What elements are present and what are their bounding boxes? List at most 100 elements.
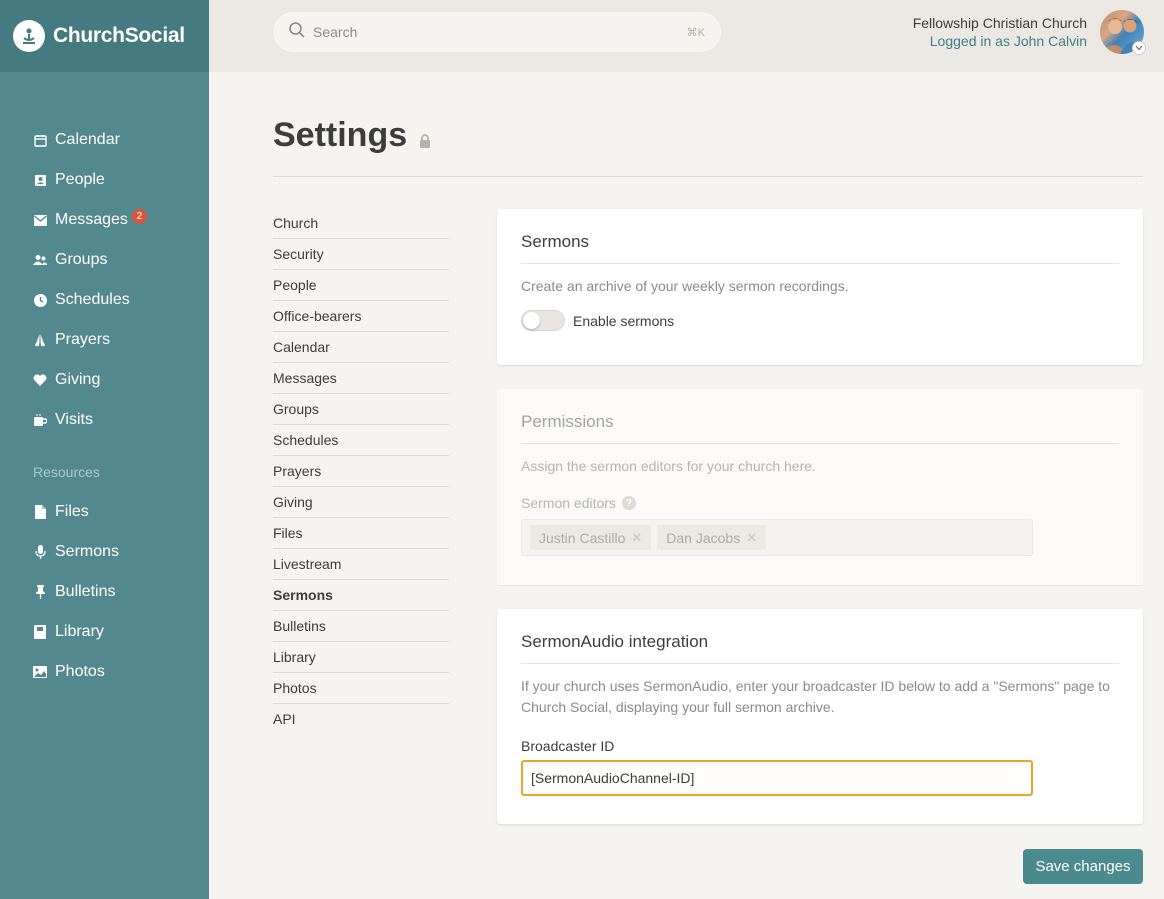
resources-nav: Files Sermons Bulletins Library Photos	[0, 492, 209, 692]
sidebar-item-sermons[interactable]: Sermons	[0, 532, 209, 572]
field-label-text: Sermon editors	[521, 495, 616, 511]
sidebar-item-files[interactable]: Files	[0, 492, 209, 532]
sidebar-item-photos[interactable]: Photos	[0, 652, 209, 692]
settings-nav-item[interactable]: Giving	[273, 487, 449, 518]
permissions-card: Permissions Assign the sermon editors fo…	[497, 389, 1143, 585]
resources-section-label: Resources	[33, 464, 100, 480]
mail-icon	[33, 213, 47, 227]
sidebar-item-label: Calendar	[55, 131, 120, 148]
help-icon[interactable]: ?	[621, 496, 636, 510]
sidebar-item-people[interactable]: People	[0, 160, 209, 200]
editor-name: Dan Jacobs	[666, 529, 741, 546]
people-icon	[33, 173, 47, 187]
card-description: Create an archive of your weekly sermon …	[521, 278, 849, 294]
card-description: Assign the sermon editors for your churc…	[521, 458, 816, 474]
settings-nav-item[interactable]: Files	[273, 518, 449, 549]
pin-icon	[33, 585, 47, 599]
page-title-text: Settings	[273, 116, 408, 154]
toggle-label: Enable sermons	[573, 312, 675, 329]
settings-nav-item[interactable]: API	[273, 704, 449, 735]
settings-nav: Church Security People Office-bearers Ca…	[273, 208, 449, 735]
sidebar-item-messages[interactable]: Messages 2	[0, 200, 209, 240]
toggle-knob	[523, 312, 540, 329]
book-icon	[33, 625, 47, 639]
search-icon	[289, 21, 305, 43]
praying-hands-icon	[33, 333, 47, 347]
sidebar-item-visits[interactable]: Visits	[0, 400, 209, 440]
clock-icon	[33, 293, 47, 307]
search-bar[interactable]: Search ⌘K	[273, 12, 721, 52]
chevron-down-icon[interactable]	[1132, 41, 1146, 55]
sidebar-item-schedules[interactable]: Schedules	[0, 280, 209, 320]
church-name: Fellowship Christian Church	[912, 15, 1087, 31]
sidebar-item-groups[interactable]: Groups	[0, 240, 209, 280]
sidebar-item-calendar[interactable]: Calendar	[0, 120, 209, 160]
sidebar-item-label: Prayers	[55, 331, 111, 348]
card-title: Sermons	[521, 209, 1119, 264]
sidebar-item-label: Schedules	[55, 291, 130, 308]
sidebar-item-label: Library	[55, 623, 104, 640]
account-info[interactable]: Fellowship Christian Church Logged in as…	[913, 14, 1087, 51]
main-nav: Calendar People Messages 2 Groups Schedu…	[0, 120, 209, 440]
settings-nav-item[interactable]: Messages	[273, 363, 449, 394]
broadcaster-id-label: Broadcaster ID	[521, 738, 615, 754]
app-name: ChurchSocial	[53, 24, 185, 47]
settings-nav-item[interactable]: Sermons	[273, 580, 449, 611]
lock-icon	[419, 118, 431, 157]
microphone-icon	[33, 545, 47, 559]
card-description: If your church uses SermonAudio, enter y…	[521, 678, 1110, 715]
sidebar-item-label: Visits	[55, 411, 93, 428]
unread-count-badge: 2	[131, 208, 147, 224]
calendar-icon	[33, 133, 47, 147]
settings-nav-item[interactable]: People	[273, 270, 449, 301]
enable-sermons-row: Enable sermons	[521, 310, 1119, 331]
sidebar-item-label: Messages	[55, 211, 128, 228]
enable-sermons-toggle[interactable]	[521, 310, 565, 331]
settings-nav-item[interactable]: Bulletins	[273, 611, 449, 642]
card-title: SermonAudio integration	[521, 609, 1119, 664]
settings-nav-item[interactable]: Groups	[273, 394, 449, 425]
settings-nav-item[interactable]: Schedules	[273, 425, 449, 456]
logo[interactable]: ChurchSocial	[0, 0, 209, 72]
sermon-editors-label: Sermon editors ?	[521, 495, 1119, 511]
sidebar-item-label: Giving	[55, 371, 101, 388]
editor-tag: Dan Jacobs ✕	[657, 525, 767, 550]
settings-nav-item[interactable]: Office-bearers	[273, 301, 449, 332]
remove-icon[interactable]: ✕	[631, 530, 642, 546]
logged-in-user[interactable]: Logged in as John Calvin	[913, 32, 1087, 51]
settings-nav-item[interactable]: Library	[273, 642, 449, 673]
church-logo-icon	[13, 20, 45, 52]
sidebar-item-library[interactable]: Library	[0, 612, 209, 652]
coffee-cup-icon	[33, 413, 47, 427]
settings-nav-item[interactable]: Calendar	[273, 332, 449, 363]
photo-icon	[33, 665, 47, 679]
editor-name: Justin Castillo	[539, 529, 626, 546]
settings-nav-item[interactable]: Photos	[273, 673, 449, 704]
file-icon	[33, 505, 47, 519]
heart-icon	[33, 373, 47, 387]
groups-icon	[33, 253, 47, 267]
sidebar-item-bulletins[interactable]: Bulletins	[0, 572, 209, 612]
editor-tag: Justin Castillo ✕	[530, 525, 652, 550]
sidebar-item-giving[interactable]: Giving	[0, 360, 209, 400]
sidebar-item-label: Sermons	[55, 543, 120, 560]
page-title: Settings	[273, 114, 431, 157]
broadcaster-id-field[interactable]	[521, 760, 1033, 796]
search-input[interactable]: Search	[313, 24, 687, 40]
title-divider	[273, 176, 1143, 177]
settings-nav-item[interactable]: Prayers	[273, 456, 449, 487]
sidebar-item-label: People	[55, 171, 105, 188]
settings-nav-item[interactable]: Security	[273, 239, 449, 270]
sidebar-item-prayers[interactable]: Prayers	[0, 320, 209, 360]
settings-nav-item[interactable]: Church	[273, 208, 449, 239]
sermonaudio-card: SermonAudio integration If your church u…	[497, 609, 1143, 824]
sidebar-item-label: Files	[55, 503, 89, 520]
save-button[interactable]: Save changes	[1023, 849, 1143, 884]
sidebar-item-label: Photos	[55, 663, 105, 680]
sidebar-item-label: Groups	[55, 251, 108, 268]
card-title: Permissions	[521, 389, 1119, 444]
sermon-editors-field[interactable]: Justin Castillo ✕ Dan Jacobs ✕	[521, 519, 1033, 556]
settings-nav-item[interactable]: Livestream	[273, 549, 449, 580]
sidebar-item-label: Bulletins	[55, 583, 116, 600]
remove-icon[interactable]: ✕	[746, 530, 757, 546]
